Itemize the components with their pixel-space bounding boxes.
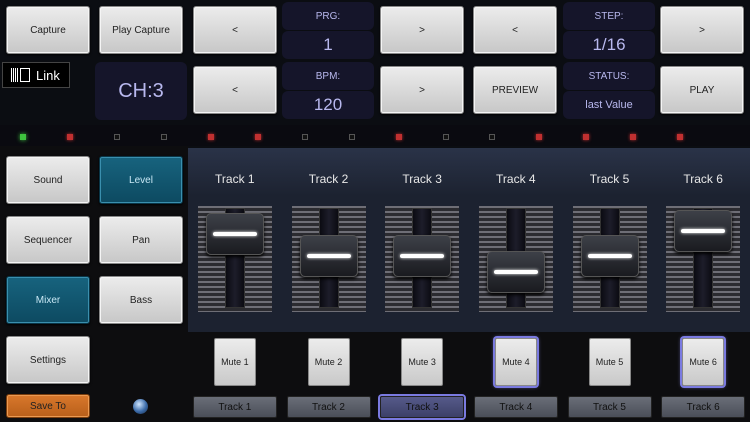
level-button[interactable]: Level	[99, 156, 183, 204]
track-3-label: Track 3	[402, 172, 442, 186]
link-logo-icon	[11, 68, 30, 82]
mute-2-button[interactable]: Mute 2	[307, 338, 350, 386]
fader-6-knob[interactable]	[674, 210, 733, 252]
track-3-select-button[interactable]: Track 3	[380, 396, 465, 418]
prg-next-button[interactable]: >	[380, 6, 464, 54]
step-led	[161, 134, 167, 140]
prg-prev-button[interactable]: <	[193, 6, 277, 54]
fader-1-knob[interactable]	[205, 213, 264, 255]
play-capture-button[interactable]: Play Capture	[99, 6, 183, 54]
track-6-select-button[interactable]: Track 6	[661, 396, 746, 418]
step-led	[630, 134, 636, 140]
step-led	[489, 134, 495, 140]
fader-4-knob[interactable]	[486, 251, 545, 293]
mute-area: Mute 1 Track 1 Mute 2 Track 2 Mute 3 Track 3 M…	[188, 332, 750, 422]
step-value: 1/16	[563, 31, 655, 59]
mute-1-button[interactable]: Mute 1	[213, 338, 256, 386]
step-led	[349, 134, 355, 140]
play-button[interactable]: PLAY	[660, 66, 744, 114]
settings-button[interactable]: Settings	[6, 336, 90, 384]
capture-button[interactable]: Capture	[6, 6, 90, 54]
step-led	[255, 134, 261, 140]
fader-2-knob[interactable]	[299, 235, 358, 277]
sequencer-button[interactable]: Sequencer	[6, 216, 90, 264]
sound-button[interactable]: Sound	[6, 156, 90, 204]
pan-button[interactable]: Pan	[99, 216, 183, 264]
track-4-label: Track 4	[496, 172, 536, 186]
bpm-label: BPM:	[282, 62, 374, 90]
bass-button[interactable]: Bass	[99, 276, 183, 324]
step-led	[20, 134, 26, 140]
step-prev-button[interactable]: <	[473, 6, 557, 54]
step-led	[396, 134, 402, 140]
prg-value: 1	[282, 31, 374, 59]
bpm-prev-button[interactable]: <	[193, 66, 277, 114]
step-led	[443, 134, 449, 140]
track-6-label: Track 6	[683, 172, 723, 186]
step-led	[208, 134, 214, 140]
track-2-label: Track 2	[308, 172, 349, 186]
track-2-select-button[interactable]: Track 2	[286, 396, 371, 418]
step-led	[302, 134, 308, 140]
mute-5-button[interactable]: Mute 5	[588, 338, 631, 386]
mixer-button[interactable]: Mixer	[6, 276, 90, 324]
track-4-select-button[interactable]: Track 4	[473, 396, 558, 418]
step-led	[67, 134, 73, 140]
track-5-label: Track 5	[589, 172, 630, 186]
track-5-select-button[interactable]: Track 5	[567, 396, 652, 418]
channel-display: CH:3	[95, 62, 187, 120]
status-value: last Value	[563, 91, 655, 119]
track-1-label: Track 1	[215, 172, 255, 186]
step-led	[677, 134, 683, 140]
mute-4-button[interactable]: Mute 4	[494, 338, 537, 386]
track-header: Track 1 Track 2 Track 3 Track 4 Track 5 Track…	[188, 148, 750, 196]
mute-3-button[interactable]: Mute 3	[401, 338, 444, 386]
mute-6-button[interactable]: Mute 6	[682, 338, 725, 386]
save-to-button[interactable]: Save To	[6, 394, 90, 418]
status-label: STATUS:	[563, 62, 655, 90]
step-label: STEP:	[563, 2, 655, 30]
bpm-next-button[interactable]: >	[380, 66, 464, 114]
fader-5-knob[interactable]	[580, 235, 639, 277]
step-next-button[interactable]: >	[660, 6, 744, 54]
step-led	[536, 134, 542, 140]
step-led	[114, 134, 120, 140]
step-led	[583, 134, 589, 140]
globe-icon[interactable]	[133, 399, 148, 414]
link-label: Link	[36, 67, 60, 83]
fader-area	[188, 198, 750, 322]
fader-3-knob[interactable]	[393, 235, 452, 277]
track-1-select-button[interactable]: Track 1	[192, 396, 277, 418]
preview-button[interactable]: PREVIEW	[473, 66, 557, 114]
prg-label: PRG:	[282, 2, 374, 30]
ableton-link-button[interactable]: Link	[2, 62, 70, 88]
bpm-value: 120	[282, 91, 374, 119]
step-led-strip	[0, 125, 750, 146]
